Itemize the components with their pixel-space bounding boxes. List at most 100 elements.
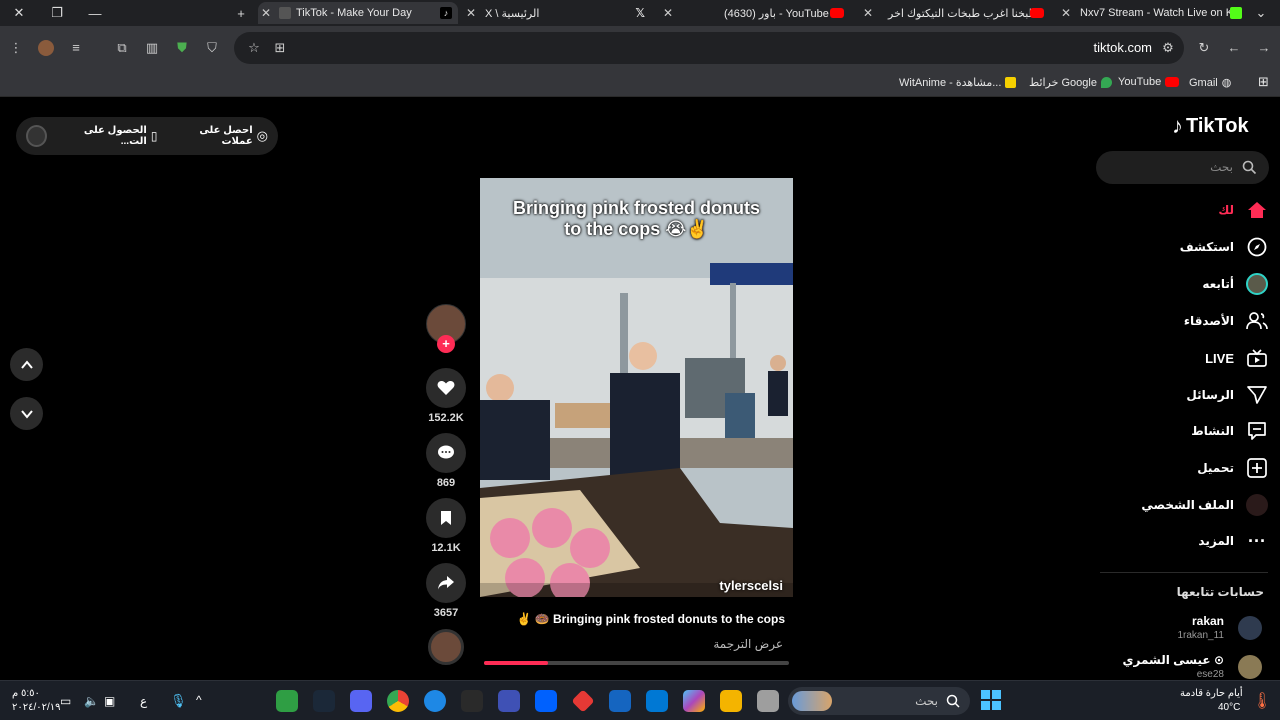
apps-grid-icon[interactable]: ⊞	[1258, 74, 1269, 90]
tab-x[interactable]: ✕ X \ الرئيسية 𝕏	[463, 2, 653, 24]
site-settings-icon[interactable]: ⚙	[1160, 40, 1176, 56]
app-icon-anydesk[interactable]	[571, 689, 595, 713]
app-icon-whatsapp[interactable]	[276, 690, 298, 712]
tray-chevron-up-icon[interactable]: ^	[196, 693, 202, 707]
nav-live[interactable]: LIVE	[1100, 344, 1268, 372]
previous-video-button[interactable]	[10, 348, 43, 381]
windows-start-icon[interactable]	[981, 690, 1001, 710]
nav-activity[interactable]: النشاط	[1100, 417, 1268, 445]
shield-extension-icon[interactable]: ⛊	[174, 40, 190, 56]
creator-avatar[interactable]: +	[426, 304, 466, 353]
nav-profile[interactable]: الملف الشخصي	[1100, 491, 1268, 519]
address-bar[interactable]: ☆ ⊞ tiktok.com ⚙	[234, 32, 1184, 64]
clock-date[interactable]: ٢٠٢٤/٠٢/١٩	[12, 702, 61, 713]
app-icon-teams[interactable]	[498, 690, 520, 712]
nav-label: النشاط	[1191, 424, 1234, 438]
window-minimize-button[interactable]: —	[76, 0, 114, 26]
comment-button[interactable]	[426, 433, 466, 473]
share-button[interactable]	[426, 563, 466, 603]
search-highlight-image	[792, 691, 832, 711]
app-icon-copilot[interactable]	[683, 690, 705, 712]
shield-icon[interactable]: ⛉	[204, 40, 220, 56]
close-tab-icon[interactable]: ✕	[660, 6, 676, 20]
bookmark-gmail[interactable]: Gmail ◍	[1189, 76, 1231, 90]
menu-icon[interactable]: ⋮	[8, 40, 24, 56]
close-tab-icon[interactable]: ✕	[258, 6, 274, 20]
follow-plus-icon[interactable]: +	[437, 335, 455, 353]
following-account-item[interactable]: عيسى الشمري ⊙ ese28	[1110, 653, 1262, 680]
nav-friends[interactable]: الأصدقاء	[1100, 307, 1268, 335]
extensions-icon[interactable]: ⧉	[114, 40, 130, 56]
tiktok-logo[interactable]: ♪ TikTok	[1172, 113, 1249, 139]
user-avatar[interactable]	[25, 125, 47, 147]
app-icon-chrome[interactable]	[387, 690, 409, 712]
microphone-icon[interactable]: 🎙	[170, 693, 187, 709]
app-icon-discord[interactable]	[350, 690, 372, 712]
app-icon-store[interactable]	[646, 690, 668, 712]
see-translation-link[interactable]: عرض الترجمة	[480, 637, 783, 651]
reload-icon[interactable]: ↻	[1196, 40, 1212, 56]
volume-icon[interactable]: 🔈	[84, 694, 99, 708]
following-account-item[interactable]: rakan 1rakan_11	[1110, 614, 1262, 646]
get-coins-link[interactable]: ◎ احصل على عملات	[171, 125, 268, 147]
inbox-icon	[1246, 420, 1268, 442]
music-avatar[interactable]	[426, 629, 466, 665]
window-close-button[interactable]: ✕	[0, 0, 38, 26]
save-button[interactable]	[426, 498, 466, 538]
weather-temperature[interactable]: 40°C	[1218, 702, 1240, 713]
app-icon-epic-games[interactable]	[461, 690, 483, 712]
nav-for-you[interactable]: لك	[1100, 196, 1268, 224]
new-tab-button[interactable]: +	[222, 0, 260, 26]
clock-time[interactable]: ٥:٥٠ م	[12, 688, 40, 699]
next-video-button[interactable]	[10, 397, 43, 430]
browser-tab-strip: ✕ ❐ — + ✕ TikTok - Make Your Day ♪ ✕ X \…	[0, 0, 1280, 26]
app-icon-steam[interactable]	[313, 690, 335, 712]
get-app-link[interactable]: ▯ الحصول على الت...	[61, 125, 158, 147]
close-tab-icon[interactable]: ✕	[1058, 6, 1074, 20]
translate-icon[interactable]: ⊞	[272, 40, 288, 56]
search-input[interactable]: بحث	[1096, 151, 1269, 184]
app-icon-edge[interactable]	[424, 690, 446, 712]
comment-action[interactable]: 869	[426, 433, 466, 489]
extension-icon[interactable]: ▥	[144, 40, 160, 56]
app-icon-task-view[interactable]	[757, 690, 779, 712]
weather-text[interactable]: أيام حارة قادمة	[1180, 688, 1243, 699]
video-player[interactable]: Bringing pink frosted donuts to the cops…	[480, 178, 793, 597]
nav-more[interactable]: المزيد ···	[1100, 527, 1268, 555]
tab-youtube-2[interactable]: ✕ طبخنا اغرب طبخات التيكتوك اخر	[860, 2, 1050, 24]
forward-icon[interactable]: →	[1256, 40, 1272, 56]
nav-messages[interactable]: الرسائل	[1100, 381, 1268, 409]
share-action[interactable]: 3657	[426, 563, 466, 619]
url-text[interactable]: tiktok.com	[1093, 40, 1152, 55]
taskbar-search[interactable]: بحث	[788, 687, 970, 715]
window-restore-button[interactable]: ❐	[38, 0, 76, 26]
save-action[interactable]: 12.1K	[426, 498, 466, 554]
tab-youtube[interactable]: ✕ (4630) باور - YouTube	[660, 2, 850, 24]
like-action[interactable]: 152.2K	[426, 368, 466, 424]
app-icon-outlook[interactable]	[609, 690, 631, 712]
media-control-icon[interactable]: ≡	[68, 40, 84, 56]
app-icon-dropbox[interactable]	[535, 690, 557, 712]
nav-upload[interactable]: تحميل	[1100, 454, 1268, 482]
bookmark-google-maps[interactable]: خرائط Google	[1029, 76, 1112, 89]
close-tab-icon[interactable]: ✕	[860, 6, 876, 20]
app-icon-file-explorer[interactable]	[720, 690, 742, 712]
network-icon[interactable]: ▣	[104, 694, 115, 708]
tab-tiktok[interactable]: ✕ TikTok - Make Your Day ♪	[258, 2, 458, 24]
input-language[interactable]: ع	[140, 694, 147, 708]
bookmark-witanime[interactable]: WitAnime - مشاهدة...	[899, 76, 1017, 89]
nav-explore[interactable]: استكشف	[1100, 233, 1268, 261]
bookmark-star-icon[interactable]: ☆	[246, 40, 262, 56]
nav-label: LIVE	[1205, 350, 1234, 366]
back-icon[interactable]: ←	[1226, 40, 1242, 56]
paper-plane-icon	[1246, 384, 1268, 406]
profile-avatar[interactable]	[38, 40, 54, 56]
close-tab-icon[interactable]: ✕	[463, 6, 479, 20]
nav-following[interactable]: أتابعه	[1100, 270, 1268, 298]
like-button[interactable]	[426, 368, 466, 408]
tab-kick[interactable]: ✕ Nxv7 Stream - Watch Live on Ki	[1058, 2, 1248, 24]
battery-icon[interactable]: ▭	[60, 694, 71, 708]
bookmark-youtube[interactable]: YouTube	[1118, 76, 1180, 88]
video-progress-bar[interactable]	[484, 661, 789, 665]
tab-search-icon[interactable]: ⌄	[1242, 0, 1280, 26]
